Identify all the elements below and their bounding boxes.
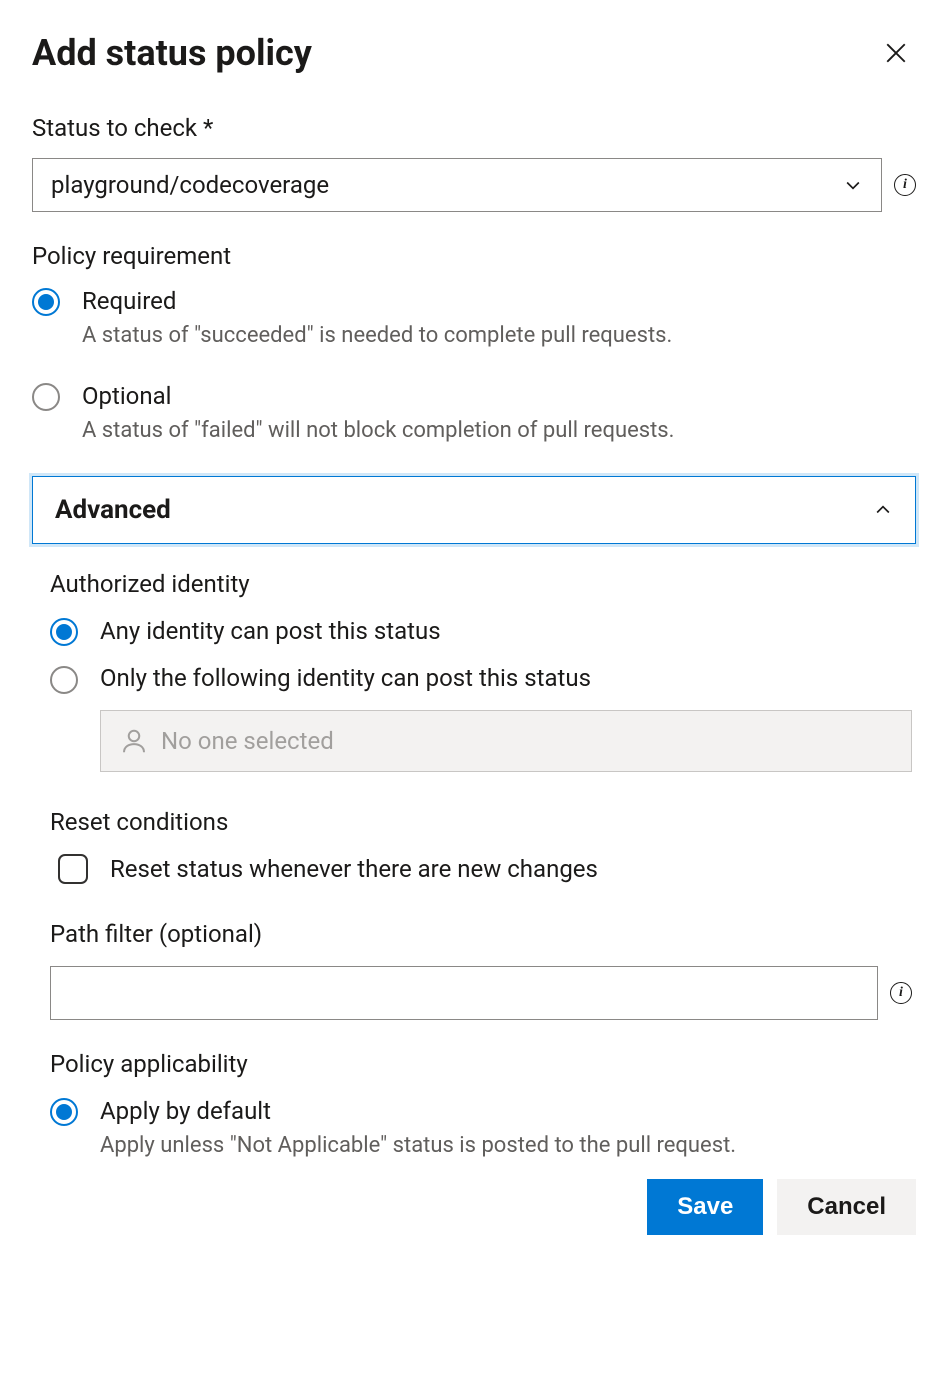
apply-default-radio[interactable] — [50, 1098, 78, 1126]
identity-any-radio[interactable] — [50, 618, 78, 646]
reset-status-checkbox[interactable] — [58, 854, 88, 884]
identity-picker[interactable]: No one selected — [100, 710, 912, 772]
cancel-button[interactable]: Cancel — [777, 1179, 916, 1235]
status-to-check-info-icon[interactable]: i — [894, 174, 916, 196]
reset-status-label[interactable]: Reset status whenever there are new chan… — [110, 855, 598, 883]
apply-default-desc: Apply unless "Not Applicable" status is … — [100, 1131, 912, 1161]
policy-required-desc: A status of "succeeded" is needed to com… — [82, 321, 916, 351]
policy-requirement-heading: Policy requirement — [32, 242, 916, 270]
authorized-identity-heading: Authorized identity — [50, 570, 912, 598]
advanced-accordion[interactable]: Advanced — [32, 476, 916, 544]
path-filter-info-icon[interactable]: i — [890, 982, 912, 1004]
advanced-heading: Advanced — [55, 495, 171, 525]
status-to-check-label: Status to check * — [32, 114, 916, 142]
policy-applicability-heading: Policy applicability — [50, 1050, 912, 1078]
close-button[interactable] — [876, 33, 916, 73]
reset-conditions-heading: Reset conditions — [50, 808, 912, 836]
identity-specific-label[interactable]: Only the following identity can post thi… — [100, 663, 591, 694]
policy-optional-label[interactable]: Optional — [82, 381, 916, 412]
policy-required-radio[interactable] — [32, 288, 60, 316]
person-icon — [119, 726, 149, 756]
path-filter-input[interactable] — [50, 966, 878, 1020]
policy-optional-desc: A status of "failed" will not block comp… — [82, 416, 916, 446]
apply-default-label[interactable]: Apply by default — [100, 1096, 912, 1127]
chevron-up-icon — [873, 500, 893, 520]
policy-required-label[interactable]: Required — [82, 286, 916, 317]
identity-picker-placeholder: No one selected — [161, 727, 334, 755]
status-to-check-value: playground/codecoverage — [51, 171, 329, 199]
status-to-check-select[interactable]: playground/codecoverage — [32, 158, 882, 212]
save-button[interactable]: Save — [647, 1179, 763, 1235]
identity-any-label[interactable]: Any identity can post this status — [100, 616, 441, 647]
dialog-title: Add status policy — [32, 32, 312, 74]
close-icon — [881, 38, 911, 68]
chevron-down-icon — [843, 175, 863, 195]
path-filter-heading: Path filter (optional) — [50, 920, 912, 948]
policy-optional-radio[interactable] — [32, 383, 60, 411]
identity-specific-radio[interactable] — [50, 666, 78, 694]
